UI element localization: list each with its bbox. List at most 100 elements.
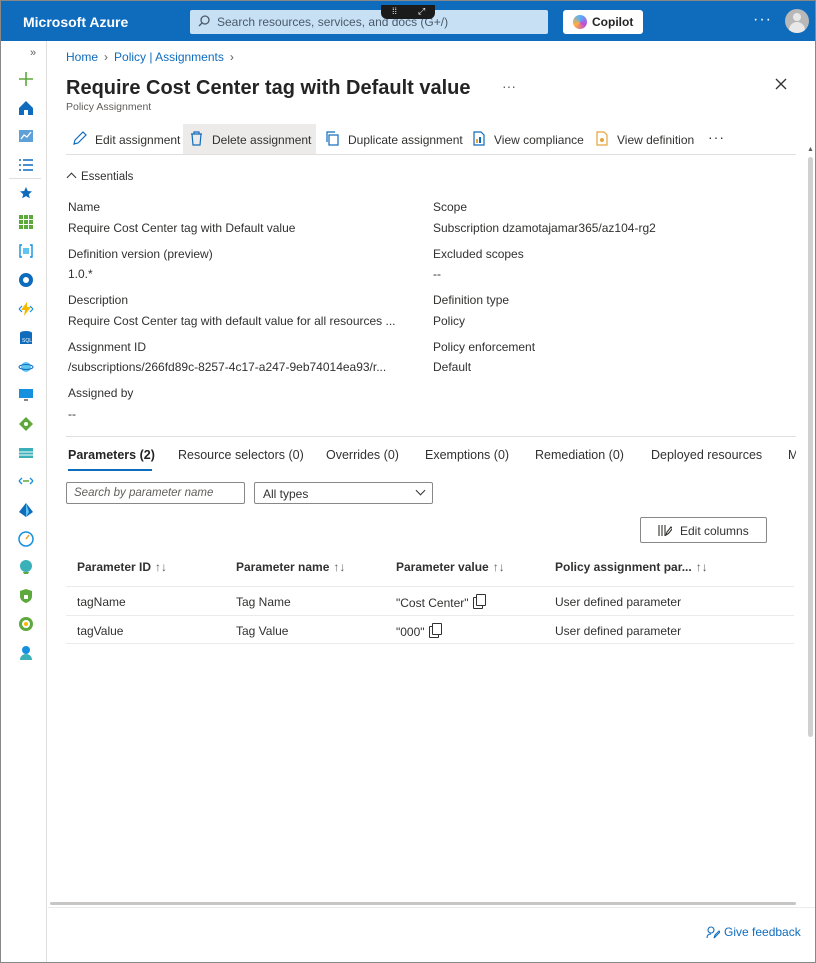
search-icon: [198, 15, 210, 27]
delete-assignment-label: Delete assignment: [212, 133, 312, 147]
monitor-icon[interactable]: [18, 531, 34, 547]
give-feedback-link[interactable]: Give feedback: [706, 925, 801, 939]
vertical-scrollbar[interactable]: [808, 157, 813, 737]
avatar[interactable]: [785, 9, 809, 33]
page-subtitle: Policy Assignment: [66, 101, 152, 113]
column-header-policy-assignment-parameter[interactable]: Policy assignment par... ↑↓: [555, 560, 708, 574]
tab-parameters[interactable]: Parameters (2): [68, 448, 155, 462]
command-bar: Edit assignment Delete assignment Duplic…: [66, 123, 796, 155]
policy-enforcement-value: Default: [433, 360, 472, 374]
cost-management-icon[interactable]: [18, 616, 34, 632]
help-support-icon[interactable]: [18, 645, 34, 661]
virtual-network-icon[interactable]: [18, 473, 34, 489]
horizontal-scrollbar[interactable]: [50, 902, 796, 905]
brand-title[interactable]: Microsoft Azure: [23, 14, 128, 30]
tab-deployed-resources[interactable]: Deployed resources: [651, 448, 762, 462]
column-header-parameter-id[interactable]: Parameter ID ↑↓: [77, 560, 167, 574]
breadcrumb-policy-assignments-link[interactable]: Policy | Assignments: [114, 50, 224, 64]
table-row[interactable]: tagValue Tag Value "000" User defined pa…: [66, 615, 794, 644]
title-more-button[interactable]: ···: [502, 78, 516, 94]
sort-icon[interactable]: ↑↓: [696, 560, 708, 574]
copy-icon[interactable]: [428, 623, 442, 638]
trash-icon: [191, 131, 202, 146]
resource-groups-icon[interactable]: [18, 243, 34, 259]
function-app-icon[interactable]: [18, 301, 34, 317]
top-bar: Microsoft Azure Search resources, servic…: [1, 1, 815, 41]
assigned-by-label: Assigned by: [68, 386, 134, 400]
all-resources-icon[interactable]: [18, 214, 34, 230]
definition-icon: [596, 131, 608, 146]
duplicate-assignment-button[interactable]: Duplicate assignment: [319, 124, 463, 154]
edit-columns-button[interactable]: Edit columns: [640, 517, 767, 543]
parameter-search-input[interactable]: Search by parameter name: [66, 482, 245, 504]
view-compliance-button[interactable]: View compliance: [465, 124, 584, 154]
command-more-button[interactable]: ···: [708, 129, 725, 145]
tab-exemptions[interactable]: Exemptions (0): [425, 448, 509, 462]
sort-icon[interactable]: ↑↓: [155, 560, 167, 574]
chevron-down-icon: [415, 485, 426, 496]
page-title: Require Cost Center tag with Default val…: [66, 77, 471, 99]
expand-icon[interactable]: ⤢: [418, 6, 425, 17]
tab-managed-identity[interactable]: Mar: [788, 448, 796, 462]
expand-menu-icon[interactable]: »: [30, 47, 36, 59]
excluded-scopes-value: --: [433, 267, 441, 281]
dashboard-icon[interactable]: [18, 128, 34, 144]
name-label: Name: [68, 200, 101, 214]
all-services-icon[interactable]: [18, 157, 34, 173]
assigned-by-value: --: [68, 407, 76, 421]
snap-layout-icon[interactable]: ⁞⁞: [392, 6, 397, 16]
scope-label: Scope: [433, 200, 468, 214]
copilot-button[interactable]: Copilot: [563, 10, 643, 34]
topbar-more-button[interactable]: ···: [753, 11, 772, 29]
entra-id-icon[interactable]: [18, 502, 34, 518]
sql-database-icon[interactable]: SQL: [18, 330, 34, 346]
column-label: Policy assignment par...: [555, 560, 692, 574]
active-tab-indicator: [68, 469, 152, 471]
virtual-machine-icon[interactable]: [18, 387, 34, 403]
main-content: Home › Policy | Assignments › Require Cost …: [48, 41, 815, 962]
global-search-box[interactable]: Search resources, services, and docs (G+…: [190, 10, 548, 34]
sort-icon[interactable]: ↑↓: [493, 560, 505, 574]
parameter-type-value: All types: [263, 487, 309, 501]
rail-divider: [9, 178, 41, 179]
definition-type-label: Definition type: [433, 293, 510, 307]
sort-icon[interactable]: ↑↓: [333, 560, 345, 574]
delete-assignment-button[interactable]: Delete assignment: [183, 124, 316, 154]
cosmos-db-icon[interactable]: [18, 359, 34, 375]
storage-account-icon[interactable]: [18, 445, 34, 461]
scope-value[interactable]: Subscription dzamotajamar365/az104-rg2: [433, 221, 763, 235]
load-balancer-icon[interactable]: [18, 416, 34, 432]
tab-resource-selectors[interactable]: Resource selectors (0): [178, 448, 304, 462]
compliance-icon: [473, 131, 485, 146]
cell-parameter-id: tagName: [77, 595, 126, 609]
tab-remediation[interactable]: Remediation (0): [535, 448, 624, 462]
favorites-star-icon[interactable]: [18, 185, 34, 201]
description-value: Require Cost Center tag with default val…: [68, 314, 396, 328]
name-value: Require Cost Center tag with Default val…: [68, 221, 296, 235]
copy-icon[interactable]: [472, 594, 486, 609]
view-definition-label: View definition: [617, 133, 695, 147]
window-snap-bar[interactable]: ⁞⁞ ⤢: [381, 5, 435, 19]
table-row[interactable]: tagName Tag Name "Cost Center" User defi…: [66, 586, 794, 615]
column-header-parameter-name[interactable]: Parameter name ↑↓: [236, 560, 345, 574]
parameter-type-select[interactable]: All types: [254, 482, 433, 504]
app-services-icon[interactable]: [18, 272, 34, 288]
edit-columns-icon: [658, 525, 672, 537]
home-icon[interactable]: [18, 100, 34, 116]
view-definition-button[interactable]: View definition: [588, 124, 696, 154]
breadcrumb-home-link[interactable]: Home: [66, 50, 98, 64]
advisor-icon[interactable]: [18, 559, 34, 575]
essentials-toggle[interactable]: Essentials: [66, 171, 133, 183]
close-icon[interactable]: [774, 77, 788, 91]
left-nav-rail: » SQL: [1, 41, 47, 962]
scroll-up-arrow-icon[interactable]: ▲: [807, 146, 814, 153]
create-resource-icon[interactable]: [18, 71, 34, 87]
definition-version-label: Definition version (preview): [68, 247, 213, 261]
column-header-parameter-value[interactable]: Parameter value ↑↓: [396, 560, 505, 574]
defender-icon[interactable]: [18, 588, 34, 604]
detail-tabs: Parameters (2) Resource selectors (0) Ov…: [66, 436, 796, 472]
tab-overrides[interactable]: Overrides (0): [326, 448, 399, 462]
parameter-value-text: "Cost Center": [396, 596, 469, 610]
edit-assignment-button[interactable]: Edit assignment: [66, 124, 181, 154]
assignment-id-value[interactable]: /subscriptions/266fd89c-8257-4c17-a247-9…: [68, 360, 398, 374]
